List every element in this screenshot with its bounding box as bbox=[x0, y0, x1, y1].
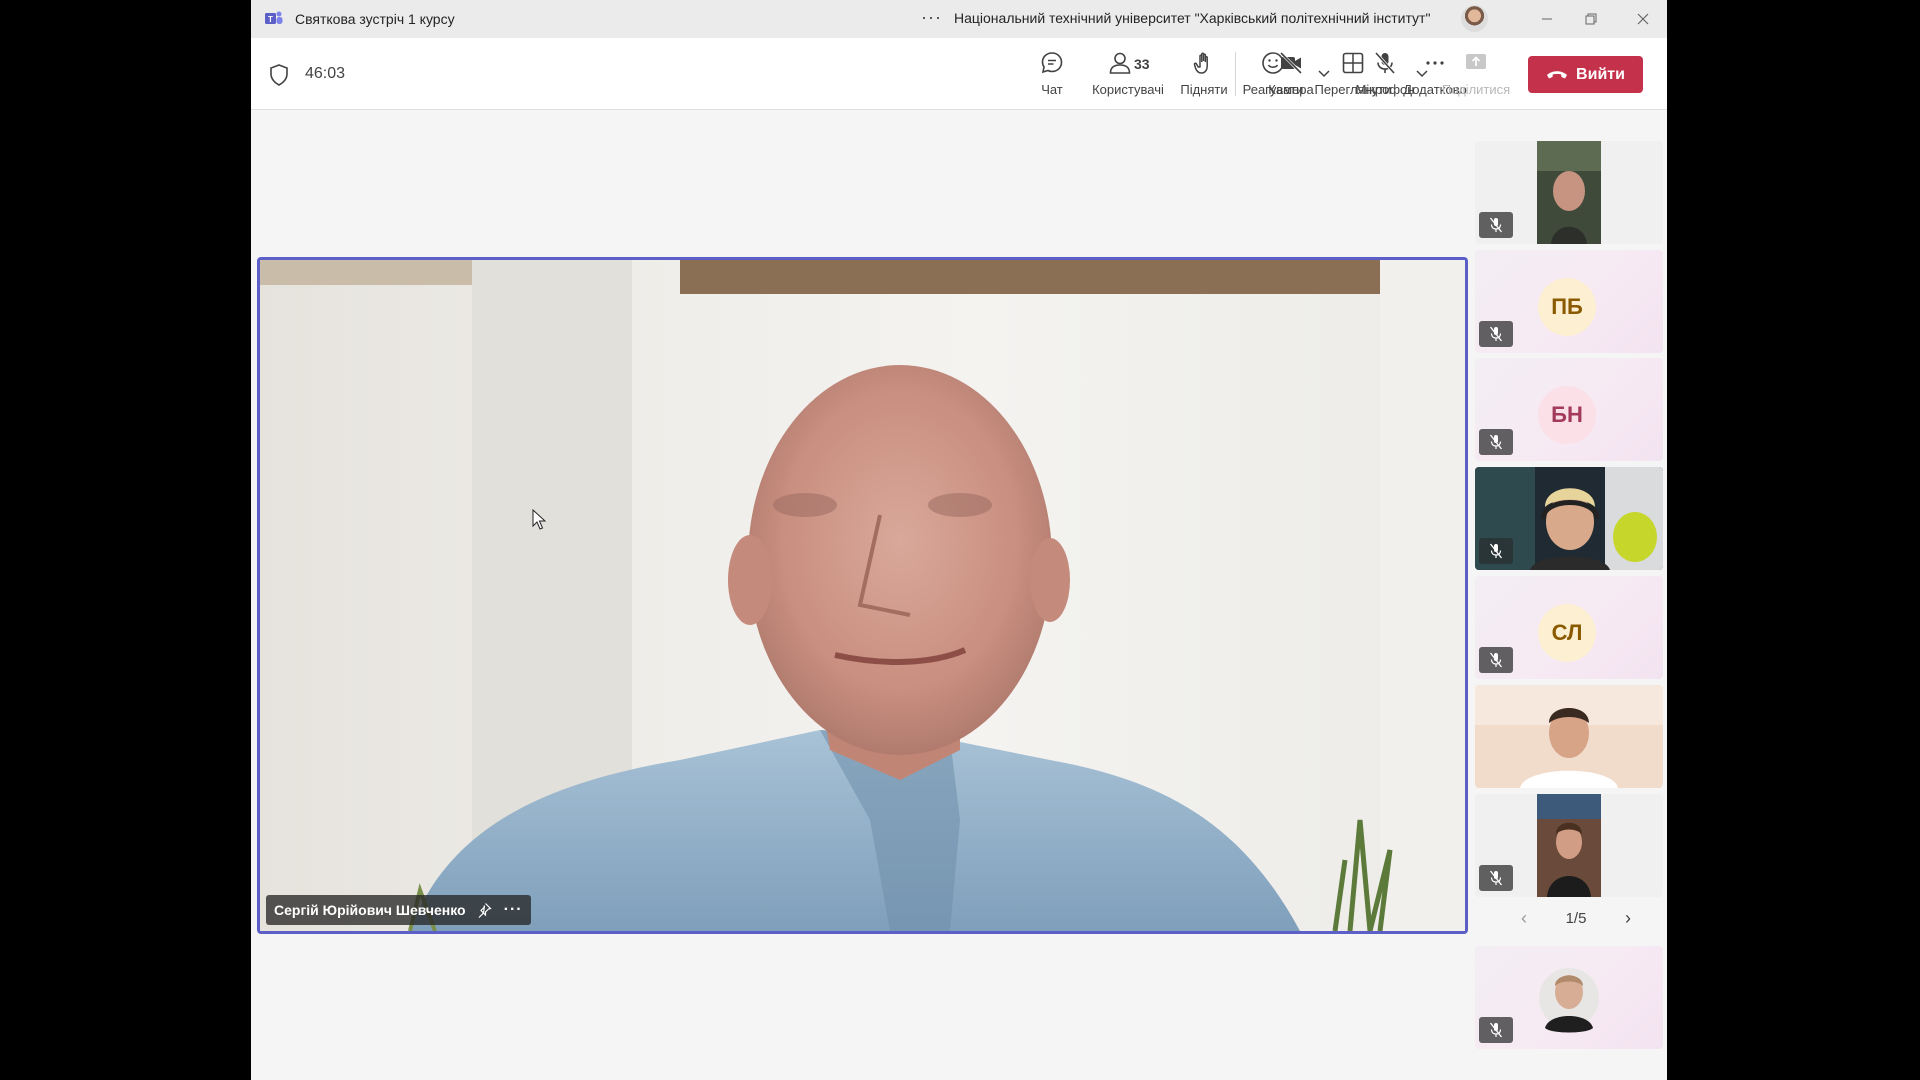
meeting-title: Святкова зустріч 1 курсу bbox=[295, 11, 455, 27]
muted-indicator bbox=[1479, 865, 1513, 891]
speaker-more-button[interactable]: ··· bbox=[504, 901, 523, 919]
participant-video bbox=[1475, 685, 1663, 788]
mic-off-icon bbox=[1489, 652, 1503, 668]
title-bar: T Святкова зустріч 1 курсу ··· Національ… bbox=[251, 0, 1667, 38]
more-options-button[interactable]: ··· bbox=[921, 7, 942, 28]
restore-icon bbox=[1585, 13, 1597, 25]
teams-logo-icon: T bbox=[265, 11, 283, 24]
participant-video bbox=[1537, 794, 1601, 897]
leave-button[interactable]: Вийти bbox=[1528, 56, 1643, 93]
raise-hand-button[interactable]: Підняти bbox=[1164, 50, 1244, 97]
people-icon bbox=[1109, 52, 1131, 74]
mic-off-icon bbox=[1489, 1022, 1503, 1038]
gallery-pager: ‹ 1/5 › bbox=[1521, 908, 1631, 929]
muted-indicator bbox=[1479, 429, 1513, 455]
participant-initials: ПБ bbox=[1538, 278, 1596, 336]
mic-off-icon bbox=[1374, 51, 1396, 75]
main-video-stage[interactable]: Сергій Юрійович Шевченко ··· bbox=[257, 257, 1468, 934]
mic-off-icon bbox=[1489, 870, 1503, 886]
participant-tile[interactable]: ПБ bbox=[1475, 250, 1663, 353]
microphone-label: Мікрофон bbox=[1355, 82, 1415, 97]
close-icon bbox=[1637, 13, 1649, 25]
camera-label: Камера bbox=[1268, 82, 1314, 97]
minimize-icon bbox=[1542, 18, 1552, 20]
speaker-video bbox=[260, 260, 1465, 931]
participant-tile[interactable]: СЛ bbox=[1475, 576, 1663, 679]
self-view-tile[interactable] bbox=[1475, 946, 1663, 1049]
camera-off-icon bbox=[1279, 51, 1303, 75]
previous-page-button[interactable]: ‹ bbox=[1521, 908, 1527, 929]
share-label: Поділитися bbox=[1441, 82, 1511, 97]
account-avatar[interactable] bbox=[1461, 5, 1488, 32]
microphone-button[interactable]: Мікрофон bbox=[1345, 50, 1425, 97]
participant-video bbox=[1537, 141, 1601, 244]
participant-tile[interactable] bbox=[1475, 685, 1663, 788]
chat-button[interactable]: Чат bbox=[1012, 50, 1092, 97]
toolbar-divider bbox=[1235, 52, 1236, 96]
mouse-cursor-icon bbox=[532, 509, 546, 530]
microphone-chevron-down-icon[interactable] bbox=[1415, 66, 1429, 80]
speaker-name: Сергій Юрійович Шевченко bbox=[274, 902, 466, 918]
people-count: 33 bbox=[1134, 56, 1150, 72]
share-button[interactable]: Поділитися bbox=[1436, 50, 1516, 97]
muted-indicator bbox=[1479, 321, 1513, 347]
people-button[interactable]: 33 Користувачі bbox=[1088, 50, 1168, 97]
muted-indicator bbox=[1479, 538, 1513, 564]
mic-off-icon bbox=[1489, 217, 1503, 233]
mic-off-icon bbox=[1489, 326, 1503, 342]
muted-indicator bbox=[1479, 212, 1513, 238]
hang-up-icon bbox=[1547, 70, 1568, 78]
camera-chevron-down-icon[interactable] bbox=[1317, 66, 1331, 80]
close-button[interactable] bbox=[1621, 4, 1665, 34]
shield-icon bbox=[270, 64, 288, 86]
svg-text:T: T bbox=[268, 15, 273, 24]
raise-hand-label: Підняти bbox=[1180, 82, 1228, 97]
meeting-timer: 46:03 bbox=[305, 65, 346, 82]
mic-off-icon bbox=[1489, 434, 1503, 450]
participant-tile[interactable] bbox=[1475, 467, 1663, 570]
next-page-button[interactable]: › bbox=[1625, 908, 1631, 929]
hand-icon bbox=[1193, 52, 1208, 74]
chat-label: Чат bbox=[1041, 82, 1063, 97]
self-video bbox=[1539, 968, 1599, 1033]
speaker-name-tag: Сергій Юрійович Шевченко ··· bbox=[266, 895, 531, 925]
mic-off-icon bbox=[1489, 543, 1503, 559]
muted-indicator bbox=[1479, 647, 1513, 673]
page-indicator: 1/5 bbox=[1565, 910, 1587, 927]
muted-indicator bbox=[1479, 1017, 1513, 1043]
share-screen-icon bbox=[1466, 54, 1486, 69]
participant-initials: БН bbox=[1538, 386, 1596, 444]
restore-button[interactable] bbox=[1569, 4, 1613, 34]
participant-tile[interactable] bbox=[1475, 141, 1663, 244]
organization-name: Національний технічний університет "Харк… bbox=[954, 10, 1431, 26]
leave-label: Вийти bbox=[1576, 65, 1625, 83]
pin-icon[interactable] bbox=[476, 902, 492, 918]
participant-tile[interactable] bbox=[1475, 794, 1663, 897]
participant-tile[interactable]: БН bbox=[1475, 358, 1663, 461]
minimize-button[interactable] bbox=[1525, 4, 1569, 34]
chat-icon bbox=[1041, 52, 1063, 74]
participant-initials: СЛ bbox=[1538, 604, 1596, 662]
meeting-toolbar: 46:03 Чат 33 Користувачі Підняти Реагува… bbox=[251, 38, 1667, 110]
people-label: Користувачі bbox=[1092, 82, 1164, 97]
teams-window: T Святкова зустріч 1 курсу ··· Національ… bbox=[251, 0, 1667, 1080]
